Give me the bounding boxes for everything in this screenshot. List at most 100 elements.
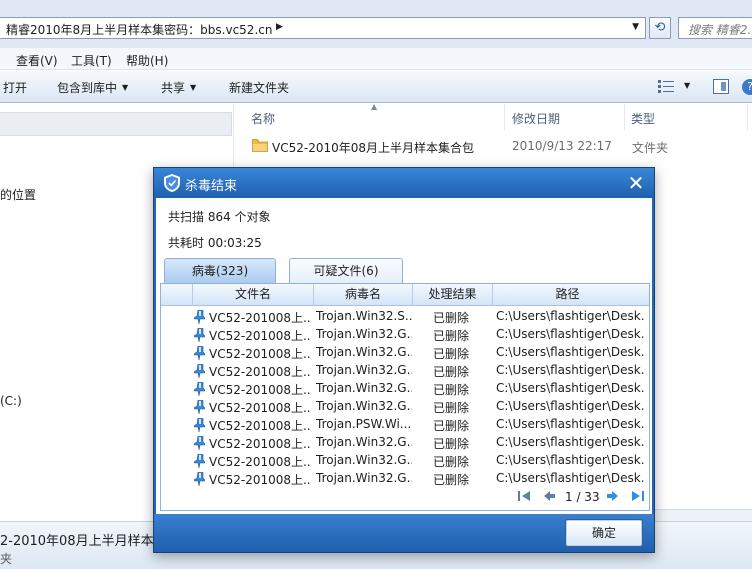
quarantined-file-icon — [194, 364, 205, 378]
cell-filename: VC52-201008上... — [209, 437, 311, 451]
cell-filename: VC52-201008上... — [209, 401, 311, 415]
refresh-button[interactable]: ⟲ — [649, 17, 671, 39]
address-dropdown-icon[interactable]: ▼ — [632, 22, 639, 32]
cell-result: 已删除 — [433, 419, 470, 433]
ok-button[interactable]: 确定 — [565, 519, 643, 547]
dialog-footer: 确定 — [154, 514, 654, 552]
cell-filename: VC52-201008上... — [209, 383, 311, 397]
cell-path: C:\Users\flashtiger\Desk... — [496, 345, 644, 359]
nav-item-drive-c[interactable]: (C:) — [0, 394, 22, 408]
cell-filename: VC52-201008上... — [209, 365, 311, 379]
column-name[interactable]: 名称 — [251, 110, 275, 127]
cell-result: 已删除 — [433, 311, 470, 325]
nav-item-locations[interactable]: 的位置 — [0, 186, 36, 203]
search-placeholder: 搜索 精睿2... — [688, 23, 752, 37]
table-row[interactable]: VC52-201008上... Trojan.Win32.G... 已删除 C:\Us… — [161, 380, 649, 398]
cell-result: 已删除 — [433, 401, 470, 415]
header-virus-name[interactable]: 病毒名 — [313, 284, 412, 306]
table-row[interactable]: VC52-201008上... Trojan.Win32.G... 已删除 C:\Us… — [161, 326, 649, 344]
view-options-icon[interactable] — [658, 80, 674, 93]
table-row[interactable]: VC52-201008上... Trojan.Win32.G... 已删除 C:\Us… — [161, 452, 649, 470]
cell-virus-name: Trojan.Win32.G... — [316, 435, 412, 449]
cell-virus-name: Trojan.Win32.G... — [316, 345, 412, 359]
open-button[interactable]: 打开 — [3, 79, 27, 96]
quarantined-file-icon — [194, 436, 205, 450]
header-filename[interactable]: 文件名 — [192, 284, 313, 306]
address-path[interactable]: 精睿2010年8月上半月样本集密码：bbs.vc52.cn — [6, 21, 272, 38]
menu-bar: 查看(V) 工具(T) 帮助(H) — [0, 48, 752, 70]
cell-filename: VC52-201008上... — [209, 473, 311, 487]
include-in-library-button[interactable]: 包含到库中 ▼ — [57, 79, 128, 96]
help-icon[interactable]: ? — [742, 79, 752, 95]
cell-path: C:\Users\flashtiger\Desk... — [496, 381, 644, 395]
breadcrumb-arrow-icon[interactable]: ▶ — [276, 22, 283, 32]
dialog-title: 杀毒结束 — [185, 179, 238, 194]
cell-path: C:\Users\flashtiger\Desk... — [496, 327, 644, 341]
quarantined-file-icon — [194, 418, 205, 432]
table-row[interactable]: VC52-201008上... Trojan.Win32.G... 已删除 C:\Us… — [161, 344, 649, 362]
cell-result: 已删除 — [433, 383, 470, 397]
last-page-icon[interactable] — [629, 489, 645, 503]
new-folder-button[interactable]: 新建文件夹 — [229, 79, 289, 96]
quarantined-file-icon — [194, 310, 205, 324]
first-page-icon[interactable] — [517, 489, 533, 503]
next-page-icon[interactable] — [605, 489, 621, 503]
cell-virus-name: Trojan.Win32.G... — [316, 471, 412, 485]
table-row[interactable]: VC52-201008上... Trojan.Win32.G... 已删除 C:\Us… — [161, 398, 649, 416]
page-indicator: 1 / 33 — [565, 490, 600, 504]
cell-filename: VC52-201008上... — [209, 329, 311, 343]
cell-filename: VC52-201008上... — [209, 311, 311, 325]
column-divider[interactable] — [504, 104, 505, 130]
cell-virus-name: Trojan.Win32.G... — [316, 327, 412, 341]
include-in-library-label: 包含到库中 — [57, 81, 118, 95]
table-row[interactable]: VC52-201008上... Trojan.Win32.G... 已删除 C:\Us… — [161, 470, 649, 488]
cell-virus-name: Trojan.Win32.G... — [316, 381, 412, 395]
chevron-down-icon: ▼ — [190, 83, 197, 92]
menu-help[interactable]: 帮助(H) — [126, 52, 168, 69]
column-modified[interactable]: 修改日期 — [512, 110, 560, 127]
preview-pane-icon[interactable] — [713, 79, 729, 94]
sort-ascending-icon: ▲ — [371, 102, 378, 111]
header-path[interactable]: 路径 — [492, 284, 642, 306]
quarantined-file-icon — [194, 346, 205, 360]
view-dropdown-icon[interactable]: ▼ — [684, 81, 690, 90]
quarantined-file-icon — [194, 400, 205, 414]
search-input[interactable]: 搜索 精睿2... — [678, 17, 752, 39]
table-row[interactable]: VC52-201008上... Trojan.Win32.S... 已删除 C:\Us… — [161, 308, 649, 326]
scanned-count: 共扫描 864 个对象 — [168, 210, 271, 224]
file-type: 文件夹 — [632, 141, 669, 155]
cell-virus-name: Trojan.PSW.Wi... — [316, 417, 412, 431]
close-button[interactable]: ✕ — [624, 171, 648, 195]
menu-tools[interactable]: 工具(T) — [71, 52, 112, 69]
menu-view[interactable]: 查看(V) — [16, 52, 58, 69]
previous-page-icon[interactable] — [541, 489, 557, 503]
table-row[interactable]: VC52-201008上... Trojan.Win32.G... 已删除 C:\Us… — [161, 434, 649, 452]
cell-path: C:\Users\flashtiger\Desk... — [496, 417, 644, 431]
cell-result: 已删除 — [433, 473, 470, 487]
address-bar[interactable]: 精睿2010年8月上半月样本集密码：bbs.vc52.cn ▶ ▼ — [0, 17, 646, 39]
close-icon: ✕ — [627, 171, 645, 195]
cell-path: C:\Users\flashtiger\Desk... — [496, 399, 644, 413]
tab-virus[interactable]: 病毒(323) — [164, 258, 276, 284]
table-row[interactable]: VC52-201008上... Trojan.Win32.G... 已删除 C:\Us… — [161, 362, 649, 380]
cell-virus-name: Trojan.Win32.S... — [316, 309, 412, 323]
table-header: 文件名 病毒名 处理结果 路径 — [161, 284, 649, 306]
column-divider[interactable] — [747, 104, 748, 130]
dialog-body: 共扫描 864 个对象 共耗时 00:03:25 病毒(323) 可疑文件(6)… — [156, 198, 652, 514]
tab-suspicious[interactable]: 可疑文件(6) — [289, 258, 403, 284]
dialog-title-bar[interactable]: 杀毒结束 ✕ — [154, 168, 654, 198]
header-result[interactable]: 处理结果 — [412, 284, 492, 306]
cell-filename: VC52-201008上... — [209, 347, 311, 361]
column-divider[interactable] — [624, 104, 625, 130]
file-row[interactable]: VC52-2010年08月上半月样本集合包 2010/9/13 22:17 文件… — [246, 135, 752, 157]
cell-result: 已删除 — [433, 329, 470, 343]
table-row[interactable]: VC52-201008上... Trojan.PSW.Wi... 已删除 C:\Use… — [161, 416, 649, 434]
quarantined-file-icon — [194, 382, 205, 396]
address-row: 精睿2010年8月上半月样本集密码：bbs.vc52.cn ▶ ▼ ⟲ 搜索 精… — [0, 0, 752, 48]
share-label: 共享 — [161, 81, 186, 95]
nav-selected-item[interactable] — [0, 112, 232, 136]
column-type[interactable]: 类型 — [631, 110, 655, 127]
command-bar: 打开 包含到库中 ▼ 共享 ▼ 新建文件夹 ▼ ? — [0, 71, 752, 103]
share-button[interactable]: 共享 ▼ — [161, 79, 196, 96]
horizontal-scrollbar[interactable] — [655, 509, 752, 521]
